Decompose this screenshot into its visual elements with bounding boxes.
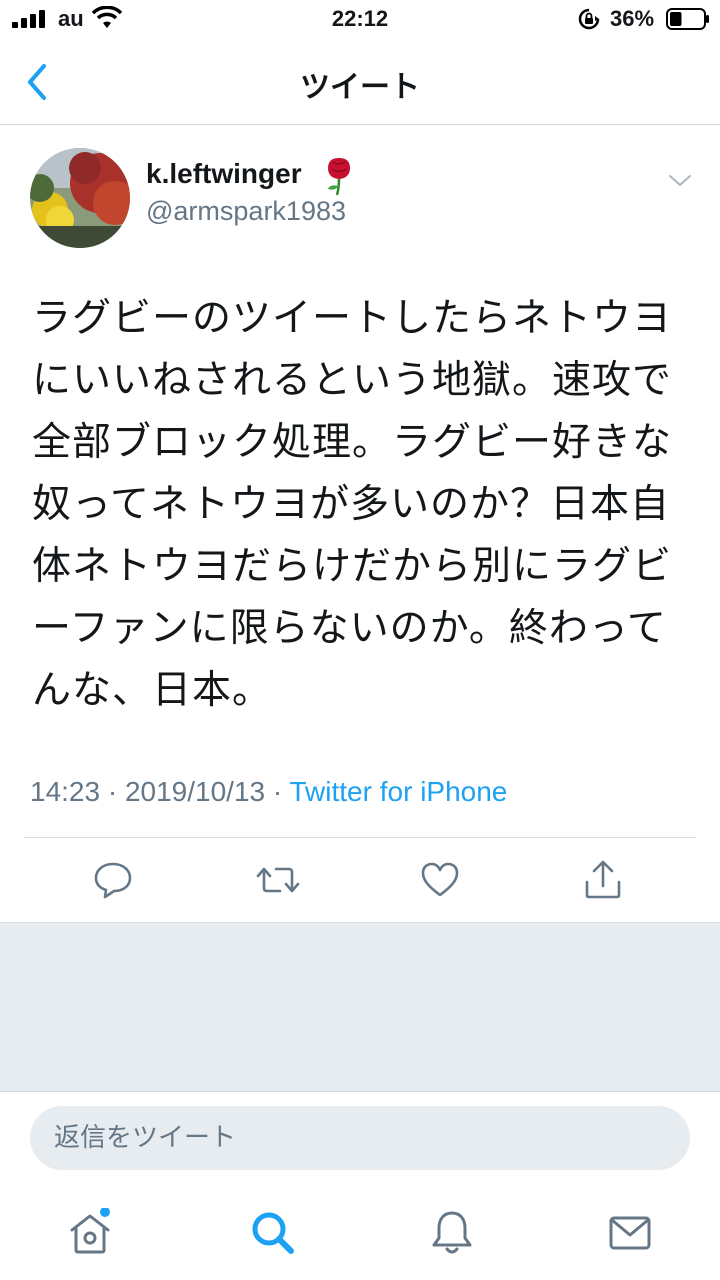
page-title: ツイート [300,71,420,104]
display-name[interactable]: k.leftwinger [146,158,302,190]
status-bar: au 22:12 36% [0,0,720,40]
nav-bar: ツイート [0,40,720,125]
messages-icon[interactable] [606,1208,654,1258]
rotation-lock-icon [578,8,600,30]
rose-icon [328,158,350,196]
meta-separator: · [265,776,290,807]
reply-icon[interactable] [93,858,133,902]
tweet-meta: 14:23 · 2019/10/13 · Twitter for iPhone [30,776,507,808]
avatar-image [30,148,130,248]
divider [24,837,696,838]
share-icon[interactable] [583,858,623,902]
tweet-time: 14:23 [30,776,101,807]
battery-percent: 36% [610,6,655,31]
reply-input[interactable] [30,1106,690,1170]
tweet-text: ラグビーのツイートしたらネトウヨ にいいねされるという地獄。速攻で 全部ブロック… [32,296,673,713]
tweet-date: 2019/10/13 [124,776,266,807]
avatar[interactable] [30,148,130,248]
chevron-down-icon[interactable] [668,170,692,190]
meta-separator: · [100,776,125,807]
notifications-icon[interactable] [428,1208,476,1258]
retweet-icon[interactable] [256,858,300,902]
tweet-source-link[interactable]: Twitter for iPhone [290,776,508,807]
home-icon[interactable] [66,1208,114,1258]
empty-replies-area [0,922,720,1092]
like-icon[interactable] [420,858,460,902]
search-icon[interactable] [248,1208,296,1258]
user-handle[interactable]: @armspark1983 [146,196,346,227]
battery-icon [666,8,709,30]
